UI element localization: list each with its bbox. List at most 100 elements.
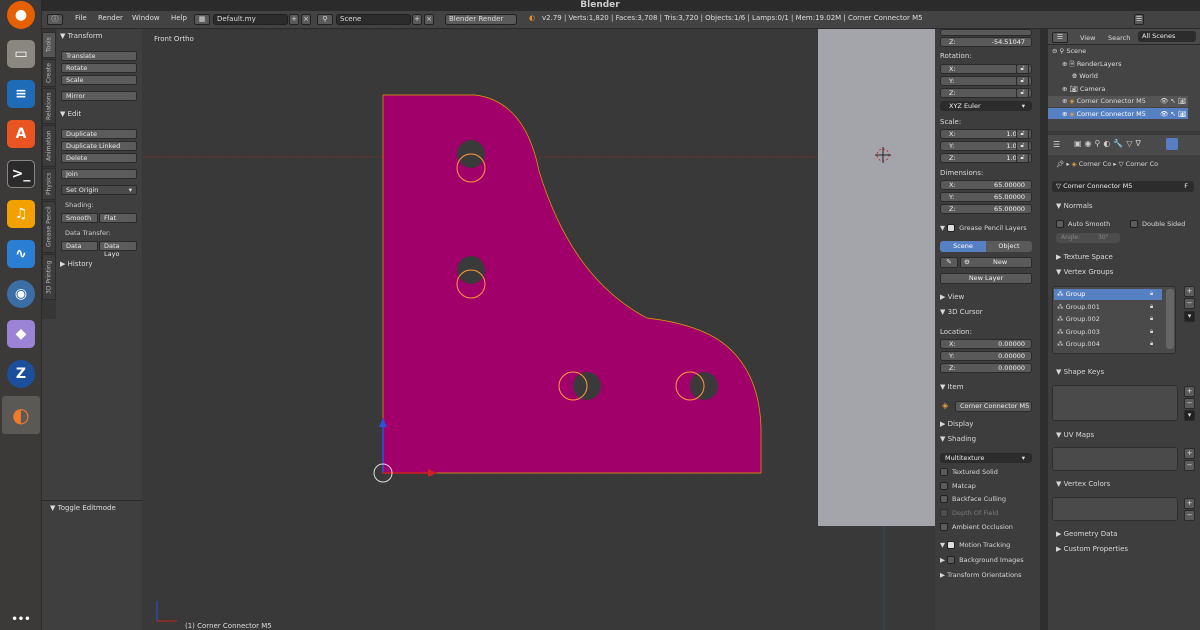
layout-remove-button[interactable]: × bbox=[301, 14, 311, 25]
scene-add-button[interactable]: + bbox=[412, 14, 422, 25]
area-divider[interactable] bbox=[1040, 29, 1048, 630]
view-panel-title[interactable]: ▶ View bbox=[940, 293, 964, 301]
shading-mode-select[interactable]: Multitexture ▾ bbox=[940, 453, 1032, 463]
join-button[interactable]: Join bbox=[61, 169, 137, 179]
outliner-view-menu[interactable]: View bbox=[1080, 34, 1095, 42]
angle-field[interactable]: Angle: 30° bbox=[1056, 233, 1120, 243]
rotate-button[interactable]: Rotate bbox=[61, 63, 137, 73]
translate-button[interactable]: Translate bbox=[61, 51, 137, 61]
layout-add-button[interactable]: + bbox=[289, 14, 299, 25]
double-sided-checkbox[interactable]: Double Sided bbox=[1130, 220, 1185, 228]
tab-tools[interactable]: Tools bbox=[42, 32, 56, 58]
outliner-item-camera[interactable]: ⊕ 📷︎ Camera bbox=[1062, 85, 1105, 93]
menu-help[interactable]: Help bbox=[171, 14, 187, 22]
lock-icon[interactable]: 🔓︎ bbox=[1016, 153, 1029, 163]
properties-editor-icon[interactable]: ☰ bbox=[1053, 140, 1060, 149]
editor-type-icon[interactable]: ⓘ bbox=[47, 14, 63, 25]
outliner-item-corner-connector-selected[interactable]: ⊕ ◈ Corner Connector M5 bbox=[1062, 110, 1146, 118]
grease-object-button[interactable]: Object bbox=[986, 241, 1032, 252]
toggle-editmode-panel[interactable]: ▼ Toggle Editmode bbox=[50, 504, 116, 512]
dimensions-y-field[interactable]: Y: 65.00000 bbox=[940, 192, 1032, 202]
lock-icon[interactable]: 🔒︎ bbox=[1150, 290, 1153, 298]
outliner-display-select[interactable]: All Scenes bbox=[1138, 31, 1196, 42]
grease-scene-button[interactable]: Scene bbox=[940, 241, 986, 252]
edit-panel-title[interactable]: ▼ Edit bbox=[60, 110, 81, 118]
vertex-colors-panel-title[interactable]: ▼ Vertex Colors bbox=[1056, 480, 1110, 488]
lock-icon[interactable]: 🔓︎ bbox=[1016, 141, 1029, 151]
add-icon[interactable]: + bbox=[1184, 286, 1195, 297]
system-monitor-icon[interactable]: ∿ bbox=[7, 240, 35, 268]
normals-panel-title[interactable]: ▼ Normals bbox=[1056, 202, 1093, 210]
remove-icon[interactable]: − bbox=[1184, 510, 1195, 521]
menu-file[interactable]: File bbox=[75, 14, 87, 22]
vertex-group-item[interactable]: ⁂ Group.002 bbox=[1057, 315, 1100, 323]
vertex-groups-scrollbar[interactable] bbox=[1166, 289, 1174, 349]
set-origin-select[interactable]: Set Origin ▾ bbox=[61, 185, 137, 195]
vertex-groups-panel-title[interactable]: ▼ Vertex Groups bbox=[1056, 268, 1113, 276]
outliner-item-renderlayers[interactable]: ⊕ 🗎︎ RenderLayers bbox=[1062, 60, 1121, 71]
lock-icon[interactable]: 🔓︎ bbox=[1016, 88, 1029, 98]
smooth-button[interactable]: Smooth bbox=[61, 213, 98, 223]
add-icon[interactable]: + bbox=[1184, 498, 1195, 509]
diamond-app-icon[interactable]: ◆ bbox=[7, 320, 35, 348]
location-y-field[interactable] bbox=[940, 29, 1032, 36]
grease-pencil-panel-title[interactable]: ▼ Grease Pencil Layers bbox=[940, 224, 1027, 232]
menu-render[interactable]: Render bbox=[98, 14, 123, 22]
matcap-checkbox[interactable]: Matcap bbox=[940, 482, 976, 490]
mesh-data-tab-icon[interactable] bbox=[1166, 138, 1178, 150]
textured-solid-checkbox[interactable]: Textured Solid bbox=[940, 468, 998, 476]
auto-smooth-checkbox[interactable]: Auto Smooth bbox=[1056, 220, 1110, 228]
outliner-type-icon[interactable]: ☰ bbox=[1134, 14, 1144, 25]
backface-culling-checkbox[interactable]: Backface Culling bbox=[940, 495, 1006, 503]
show-apps-icon[interactable]: ••• bbox=[7, 612, 35, 626]
3d-cursor-panel-title[interactable]: ▼ 3D Cursor bbox=[940, 308, 983, 316]
shading-panel-title[interactable]: ▼ Shading bbox=[940, 435, 976, 443]
firefox-icon[interactable]: ● bbox=[7, 1, 35, 29]
background-images-panel-title[interactable]: ▶ Background Images bbox=[940, 556, 1024, 564]
writer-icon[interactable]: ≡ bbox=[7, 80, 35, 108]
3d-viewport[interactable]: Front Ortho (1) Corner Connector M5 bbox=[142, 29, 935, 630]
tab-animation[interactable]: Animation bbox=[42, 125, 56, 167]
software-center-icon[interactable]: A bbox=[7, 120, 35, 148]
mesh-name-field[interactable]: ▽ Corner Connector M5 F bbox=[1052, 181, 1194, 192]
tool-app-icon[interactable]: Z bbox=[7, 360, 35, 388]
remove-icon[interactable]: − bbox=[1184, 460, 1195, 471]
cursor-x-field[interactable]: X: 0.00000 bbox=[940, 339, 1032, 349]
tab-relations[interactable]: Relations bbox=[42, 88, 56, 124]
tab-physics[interactable]: Physics bbox=[42, 168, 56, 200]
lock-icon[interactable]: 🔒︎ bbox=[1150, 340, 1153, 348]
scene-remove-button[interactable]: × bbox=[424, 14, 434, 25]
layout-field[interactable]: Default.my bbox=[213, 14, 288, 25]
lock-icon[interactable]: 🔓︎ bbox=[1016, 129, 1029, 139]
transform-orientations-panel-title[interactable]: ▶ Transform Orientations bbox=[940, 571, 1022, 579]
blender-icon[interactable]: ◐ bbox=[2, 396, 40, 434]
item-panel-title[interactable]: ▼ Item bbox=[940, 383, 964, 391]
visibility-eye-icon[interactable]: 👁︎ ↖ 📷︎ bbox=[1160, 97, 1186, 105]
add-icon[interactable]: + bbox=[1184, 386, 1195, 397]
flat-button[interactable]: Flat bbox=[99, 213, 137, 223]
outliner-item-world[interactable]: 🌐︎ World bbox=[1072, 72, 1098, 81]
uv-maps-panel-title[interactable]: ▼ UV Maps bbox=[1056, 431, 1094, 439]
lock-icon[interactable]: 🔒︎ bbox=[1150, 328, 1153, 336]
tab-grease-pencil[interactable]: Grease Pencil bbox=[42, 201, 56, 253]
history-panel-title[interactable]: ▶ History bbox=[60, 260, 93, 268]
pencil-icon[interactable]: ✎ bbox=[940, 257, 958, 268]
outliner-item-scene[interactable]: ⊖ ⚲ Scene bbox=[1052, 47, 1086, 55]
tab-3d-printing[interactable]: 3D Printing bbox=[42, 254, 56, 300]
motion-tracking-panel-title[interactable]: ▼ Motion Tracking bbox=[940, 541, 1010, 549]
scale-button[interactable]: Scale bbox=[61, 75, 137, 85]
object-name-field[interactable]: Corner Connector M5 bbox=[955, 401, 1032, 412]
layout-icon[interactable]: ▦ bbox=[194, 14, 210, 25]
add-icon[interactable]: + bbox=[1184, 448, 1195, 459]
display-panel-title[interactable]: ▶ Display bbox=[940, 420, 973, 428]
specials-icon[interactable]: ▾ bbox=[1184, 311, 1195, 322]
shape-keys-panel-title[interactable]: ▼ Shape Keys bbox=[1056, 368, 1104, 376]
delete-button[interactable]: Delete bbox=[61, 153, 137, 163]
duplicate-linked-button[interactable]: Duplicate Linked bbox=[61, 141, 137, 151]
depth-of-field-checkbox[interactable]: Depth Of Field bbox=[940, 509, 998, 517]
dimensions-z-field[interactable]: Z: 65.00000 bbox=[940, 204, 1032, 214]
transform-panel-title[interactable]: ▼ Transform bbox=[60, 32, 102, 40]
lock-icon[interactable]: 🔓︎ bbox=[1016, 76, 1029, 86]
scene-field[interactable]: Scene bbox=[336, 14, 411, 25]
vertex-group-item[interactable]: ⁂ Group.004 bbox=[1057, 340, 1100, 348]
